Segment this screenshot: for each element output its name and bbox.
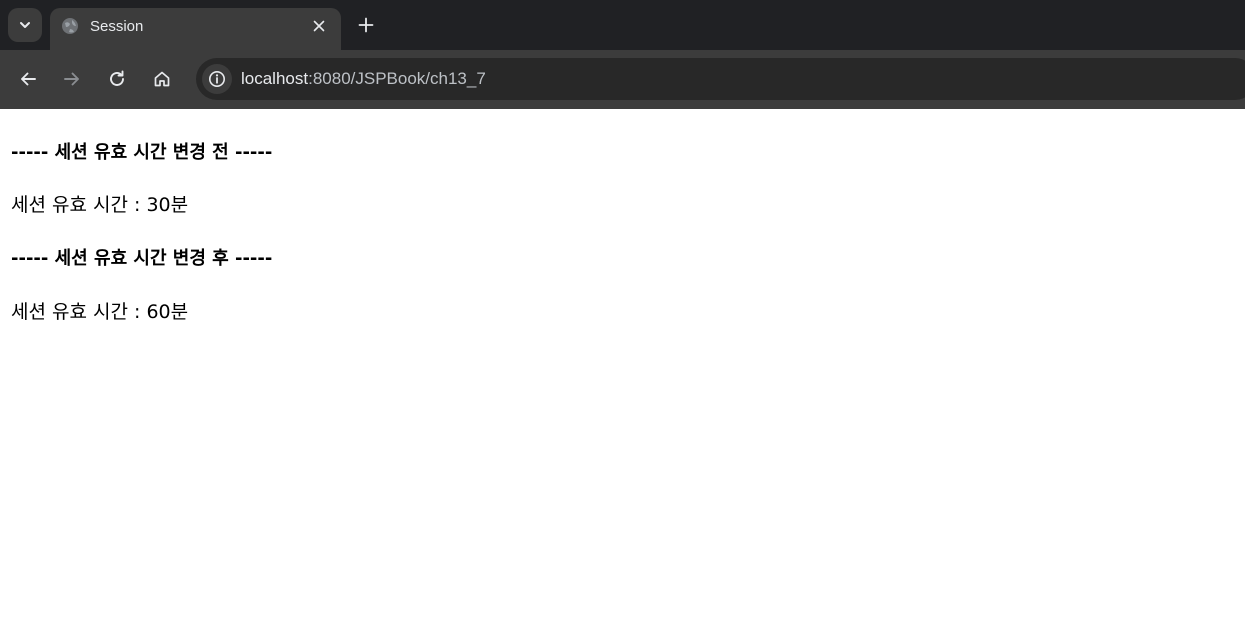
arrow-left-icon xyxy=(21,72,36,86)
address-bar[interactable]: localhost:8080/JSPBook/ch13_7 xyxy=(196,58,1245,100)
arrow-right-icon xyxy=(64,72,79,86)
forward-button[interactable] xyxy=(58,65,86,93)
reload-icon xyxy=(110,70,124,86)
before-change-heading: ----- 세션 유효 시간 변경 전 ----- xyxy=(11,142,273,163)
close-icon xyxy=(313,20,325,32)
home-icon xyxy=(154,71,170,87)
url-text[interactable]: localhost:8080/JSPBook/ch13_7 xyxy=(241,69,486,89)
tab-session[interactable]: Session xyxy=(50,8,341,50)
tab-strip: Session xyxy=(0,0,1245,50)
url-path: :8080/JSPBook/ch13_7 xyxy=(308,69,486,88)
reload-button[interactable] xyxy=(103,65,131,93)
browser-toolbar: localhost:8080/JSPBook/ch13_7 xyxy=(0,50,1245,109)
url-host: localhost xyxy=(241,69,309,88)
back-button[interactable] xyxy=(14,65,42,93)
globe-icon xyxy=(62,18,78,34)
before-change-session-timeout: 세션 유효 시간 : 30분 xyxy=(11,194,189,216)
home-button[interactable] xyxy=(148,65,176,93)
site-info-button[interactable] xyxy=(202,64,232,94)
tab-title: Session xyxy=(90,18,144,35)
after-change-heading: ----- 세션 유효 시간 변경 후 ----- xyxy=(11,248,273,269)
after-change-session-timeout: 세션 유효 시간 : 60분 xyxy=(11,301,189,323)
new-tab-button[interactable] xyxy=(353,12,379,38)
close-tab-button[interactable] xyxy=(309,16,329,36)
chevron-down-icon xyxy=(20,22,30,28)
tab-search-button[interactable] xyxy=(8,8,42,42)
plus-icon xyxy=(358,17,374,33)
info-icon xyxy=(209,71,225,87)
